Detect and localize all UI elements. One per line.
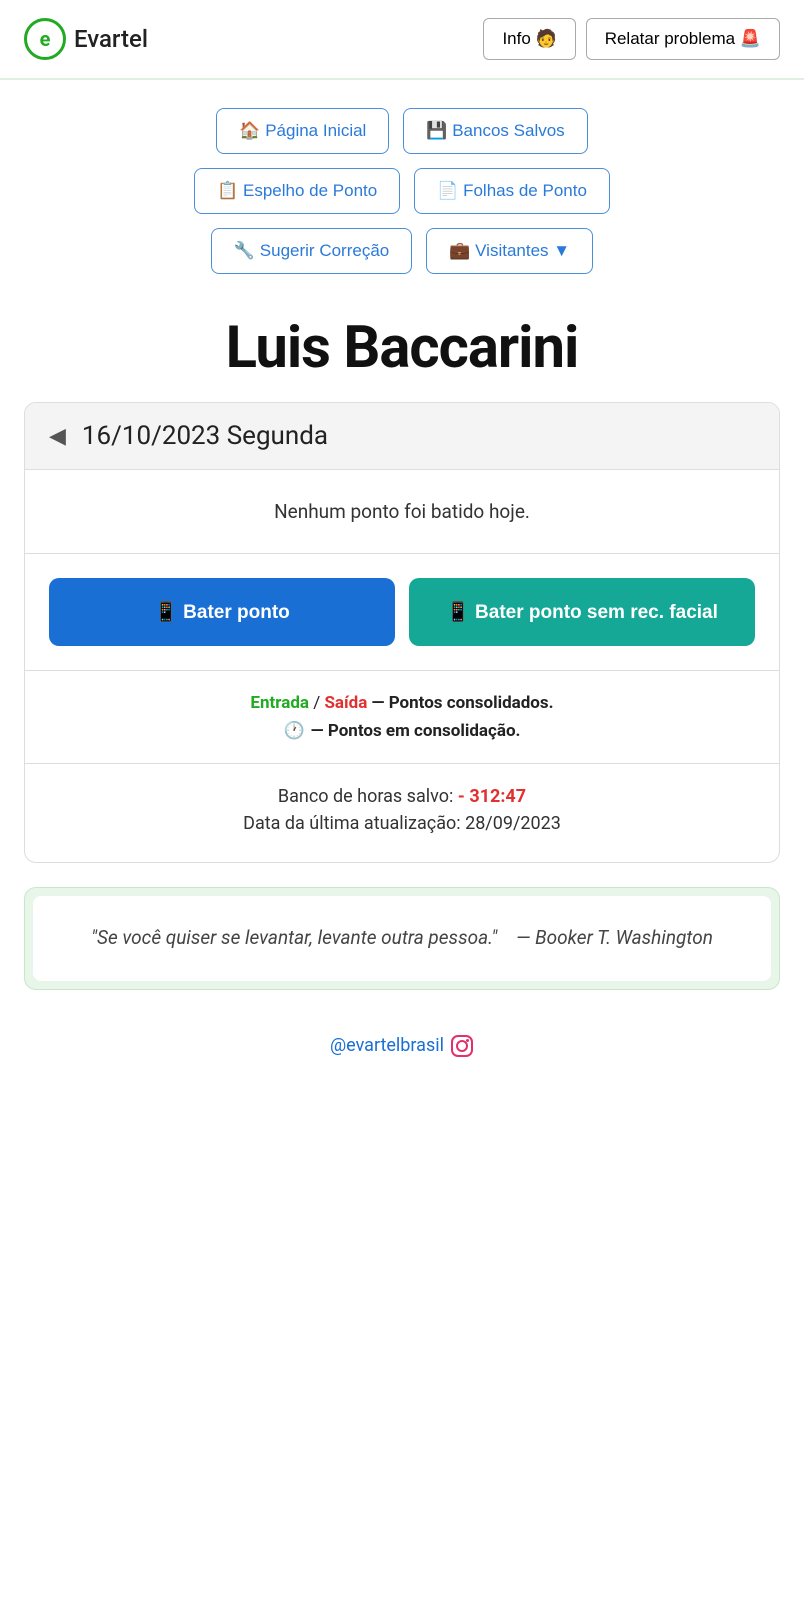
- date-display: 16/10/2023 Segunda: [82, 421, 328, 451]
- user-name-section: Luis Baccarini: [0, 284, 804, 402]
- nav-visitantes[interactable]: 💼 Visitantes ▼: [426, 228, 593, 274]
- legend-section: Entrada / Saída — Pontos consolidados. 🕐…: [25, 671, 779, 764]
- header-buttons: Info 🧑 Relatar problema 🚨: [483, 18, 780, 60]
- bank-hours-line: Banco de horas salvo: - 312:47: [49, 786, 755, 807]
- legend-consolidados: Entrada / Saída — Pontos consolidados.: [49, 693, 755, 713]
- consolidados-text: — Pontos consolidados.: [372, 693, 554, 713]
- bank-update-line: Data da última atualização: 28/09/2023: [49, 813, 755, 834]
- bank-section: Banco de horas salvo: - 312:47 Data da ú…: [25, 764, 779, 862]
- nav-sugerir-correcao[interactable]: 🔧 Sugerir Correção: [211, 228, 412, 274]
- prev-date-arrow[interactable]: ◀: [49, 424, 66, 449]
- nav-row-3: 🔧 Sugerir Correção 💼 Visitantes ▼: [211, 228, 593, 274]
- clock-emoji: 🕐: [284, 721, 305, 741]
- instagram-link[interactable]: @evartelbrasil: [330, 1034, 474, 1058]
- user-name: Luis Baccarini: [20, 314, 784, 382]
- quote-inner: "Se você quiser se levantar, levante out…: [33, 896, 771, 981]
- bank-hours-value: - 312:47: [458, 786, 526, 807]
- quote-text: "Se você quiser se levantar, levante out…: [57, 924, 747, 953]
- nav-pagina-inicial[interactable]: 🏠 Página Inicial: [216, 108, 389, 154]
- bank-label: Banco de horas salvo:: [278, 786, 458, 807]
- nav-bancos-salvos[interactable]: 💾 Bancos Salvos: [403, 108, 587, 154]
- main-card: ◀ 16/10/2023 Segunda Nenhum ponto foi ba…: [24, 402, 780, 863]
- nav-espelho-ponto[interactable]: 📋 Espelho de Ponto: [194, 168, 400, 214]
- saida-label: Saída: [324, 693, 367, 713]
- header: e Evartel Info 🧑 Relatar problema 🚨: [0, 0, 804, 80]
- instagram-icon: [450, 1034, 474, 1058]
- bater-ponto-sem-facial-button[interactable]: 📱 Bater ponto sem rec. facial: [409, 578, 755, 646]
- legend-separator: /: [313, 693, 324, 713]
- nav-folhas-ponto[interactable]: 📄 Folhas de Ponto: [414, 168, 610, 214]
- navigation: 🏠 Página Inicial 💾 Bancos Salvos 📋 Espel…: [0, 80, 804, 284]
- nav-row-2: 📋 Espelho de Ponto 📄 Folhas de Ponto: [194, 168, 610, 214]
- date-header: ◀ 16/10/2023 Segunda: [25, 403, 779, 470]
- legend-consolidando: 🕐 — Pontos em consolidação.: [49, 721, 755, 741]
- logo-area: e Evartel: [24, 18, 148, 60]
- no-points-section: Nenhum ponto foi batido hoje.: [25, 470, 779, 554]
- consolidando-text: — Pontos em consolidação.: [311, 721, 521, 741]
- entrada-label: Entrada: [250, 693, 309, 713]
- no-points-text: Nenhum ponto foi batido hoje.: [49, 500, 755, 523]
- footer: @evartelbrasil: [0, 1014, 804, 1078]
- report-problem-button[interactable]: Relatar problema 🚨: [586, 18, 780, 60]
- quote-card: "Se você quiser se levantar, levante out…: [24, 887, 780, 990]
- info-button[interactable]: Info 🧑: [483, 18, 575, 60]
- logo-text: Evartel: [74, 25, 148, 53]
- bater-ponto-button[interactable]: 📱 Bater ponto: [49, 578, 395, 646]
- logo-icon: e: [24, 18, 66, 60]
- instagram-handle: @evartelbrasil: [330, 1035, 444, 1056]
- nav-row-1: 🏠 Página Inicial 💾 Bancos Salvos: [216, 108, 587, 154]
- bater-buttons-section: 📱 Bater ponto 📱 Bater ponto sem rec. fac…: [25, 554, 779, 671]
